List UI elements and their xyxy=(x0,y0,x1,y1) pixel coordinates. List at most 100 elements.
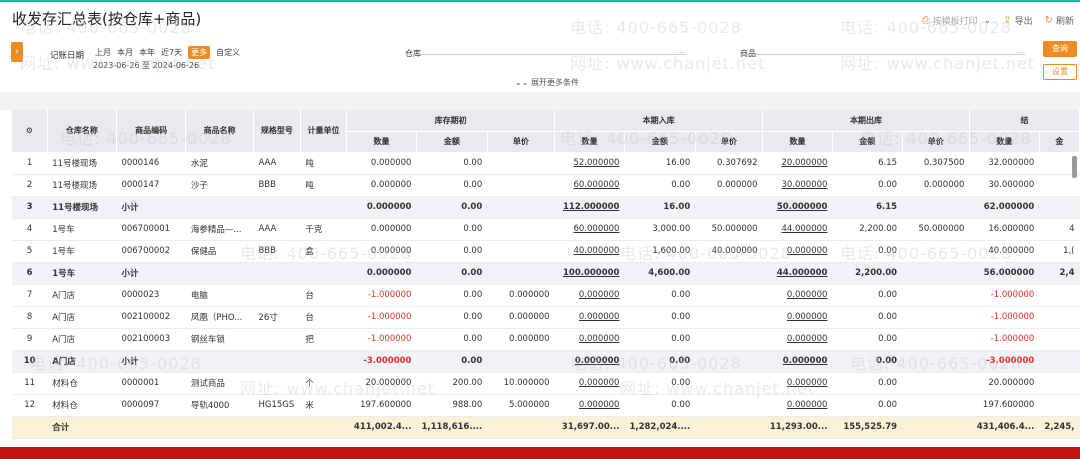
product-picker[interactable]: ... xyxy=(1016,46,1024,55)
header-row: ⚙ 仓库名称 商品编码 商品名称 规格型号 计量单位 库存期初 本期入库 本期出库结 xyxy=(12,110,1080,153)
print-template-button[interactable]: ⎙ 按模板打印 xyxy=(922,14,978,27)
table-cell: 0.000000 xyxy=(346,218,417,241)
query-button[interactable]: 查询 xyxy=(1043,41,1077,57)
column-header[interactable]: 金额 xyxy=(832,131,903,153)
settings-gear-icon[interactable]: ⚙ xyxy=(12,110,48,153)
table-cell: 0.000000 xyxy=(487,328,555,351)
table-cell: 0000097 xyxy=(116,394,186,417)
table-row[interactable]: 8 A门店 002100002 凤凰（PHO... 26寸台 -1.000000 0.00 0… xyxy=(12,306,1080,329)
column-header[interactable]: 仓库名称 xyxy=(47,110,117,153)
table-cell: -1.000000 xyxy=(969,284,1040,307)
table-cell: 0.307692 xyxy=(695,152,763,175)
table-row[interactable]: 9 A门店 002100003 钢丝车锁把 -1.000000 0.00 0.000000 0… xyxy=(12,328,1080,351)
table-row[interactable]: 7 A门店 0000023 电脑台 -1.000000 0.00 0.000000 0.000… xyxy=(12,284,1080,307)
table-cell: 0.00 xyxy=(832,240,903,263)
table-cell xyxy=(1039,196,1080,219)
drilldown-link[interactable]: 0.000000 xyxy=(762,328,833,351)
table-cell: 0.00 xyxy=(832,306,903,329)
table-cell: 水泥 xyxy=(185,152,254,175)
column-header[interactable]: 计量单位 xyxy=(300,110,348,153)
column-header[interactable]: 商品编码 xyxy=(116,110,187,153)
drilldown-link[interactable]: 0.000000 xyxy=(762,394,833,417)
period-option[interactable]: 更多 xyxy=(188,46,211,59)
row-index: 6 xyxy=(12,262,48,285)
expand-more-conditions[interactable]: ⌄⌄ 展开更多条件 xyxy=(515,77,579,88)
table-row[interactable]: 1 11号楼现场 0000146 水泥 AAA 吨 0.000000 0.00 52.00000… xyxy=(12,152,1080,175)
column-header[interactable]: 单价 xyxy=(902,131,970,153)
drilldown-link[interactable]: 100.000000 xyxy=(554,262,625,285)
table-cell: 006700002 xyxy=(116,240,186,263)
subtotal-row[interactable]: 10 A门店 小计 -3.000000 0.00 0.000000 0.00 0.000000… xyxy=(12,350,1080,373)
table-cell: 千克 xyxy=(300,218,347,241)
vertical-scrollbar[interactable] xyxy=(1072,156,1077,178)
drilldown-link[interactable]: 0.000000 xyxy=(554,394,625,417)
drilldown-link[interactable]: 0.000000 xyxy=(554,284,625,307)
drilldown-link[interactable]: 50.000000 xyxy=(762,196,833,219)
column-header[interactable]: 规格型号 xyxy=(253,110,301,153)
warehouse-input[interactable] xyxy=(405,54,685,55)
drilldown-link[interactable]: 0.000000 xyxy=(762,306,833,329)
table-cell xyxy=(300,350,347,373)
export-button[interactable]: ⇪ 导出 xyxy=(1003,14,1032,27)
drilldown-link[interactable]: 60.000000 xyxy=(554,174,625,197)
collapse-filter-toggle[interactable]: › xyxy=(11,42,23,62)
row-index: 11 xyxy=(12,372,48,395)
table-row[interactable]: 11 材料仓 0000001 测试商品个 20.000000 200.00 10.00000… xyxy=(12,372,1080,395)
table-cell: 0000146 xyxy=(116,152,186,175)
drilldown-link[interactable]: 0.000000 xyxy=(554,306,625,329)
drilldown-link[interactable]: 0.000000 xyxy=(762,350,833,373)
drilldown-link[interactable]: 112.000000 xyxy=(554,196,625,219)
drilldown-link[interactable]: 0.000000 xyxy=(554,372,625,395)
drilldown-link[interactable]: 44.000000 xyxy=(762,262,833,285)
table-row[interactable]: 2 11号楼现场 0000147 沙子 BBB 吨 0.000000 0.00 60.00000… xyxy=(12,174,1080,197)
drilldown-link[interactable]: 0.000000 xyxy=(554,350,625,373)
column-header[interactable]: 商品名称 xyxy=(185,110,254,153)
total-cell: 31,697.00... xyxy=(554,416,625,439)
drilldown-link[interactable]: 44.000000 xyxy=(762,218,833,241)
refresh-label: 刷新 xyxy=(1055,17,1074,27)
column-header[interactable]: 数量 xyxy=(346,131,417,153)
table-cell xyxy=(695,372,763,395)
row-index: 7 xyxy=(12,284,48,307)
period-option[interactable]: 本年 xyxy=(139,47,155,58)
table-row[interactable]: 5 1号车 006700002 保健品 BBB 盒 0.000000 0.00 40.00000… xyxy=(12,240,1080,263)
column-header[interactable]: 金额 xyxy=(624,131,696,153)
table-cell: 0.000000 xyxy=(346,174,417,197)
row-index xyxy=(12,416,48,439)
settings-button[interactable]: 设置 xyxy=(1043,64,1077,80)
column-header[interactable]: 单价 xyxy=(695,131,764,153)
column-header[interactable]: 数量 xyxy=(762,131,833,153)
drilldown-link[interactable]: 30.000000 xyxy=(762,174,833,197)
table-cell: 002100002 xyxy=(116,306,186,329)
drilldown-link[interactable]: 40.000000 xyxy=(554,240,625,263)
chevron-down-icon[interactable]: ⌄ xyxy=(984,16,992,26)
column-header[interactable]: 金 xyxy=(1039,131,1080,153)
column-header[interactable]: 单价 xyxy=(487,131,556,153)
column-header[interactable]: 金额 xyxy=(416,131,488,153)
table-row[interactable]: 12 材料仓 0000097 导轨4000 HG15GS 米 197.600000 988.0… xyxy=(12,394,1080,417)
total-cell xyxy=(116,416,186,439)
drilldown-link[interactable]: 52.000000 xyxy=(554,152,625,175)
drilldown-link[interactable]: 0.000000 xyxy=(762,372,833,395)
subtotal-row[interactable]: 3 11号楼现场 小计 0.000000 0.00 112.000000 16.00 50.0… xyxy=(12,196,1080,219)
drilldown-link[interactable]: 0.000000 xyxy=(762,284,833,307)
period-option[interactable]: 上月 xyxy=(95,47,111,58)
drilldown-link[interactable]: 0.000000 xyxy=(762,240,833,263)
drilldown-link[interactable]: 0.000000 xyxy=(554,328,625,351)
drilldown-link[interactable]: 20.000000 xyxy=(762,152,833,175)
total-cell: 1,282,024.... xyxy=(624,416,696,439)
drilldown-link[interactable]: 60.000000 xyxy=(554,218,625,241)
column-header[interactable]: 数量 xyxy=(554,131,625,153)
table-cell: BBB xyxy=(253,240,301,263)
period-option[interactable]: 自定义 xyxy=(216,47,240,58)
subtotal-row[interactable]: 6 1号车 小计 0.000000 0.00 100.000000 4,600.00 44.0… xyxy=(12,262,1080,285)
table-cell: AAA xyxy=(253,218,301,241)
refresh-button[interactable]: ↻ 刷新 xyxy=(1045,14,1074,27)
period-option[interactable]: 本月 xyxy=(117,47,133,58)
row-index: 2 xyxy=(12,174,48,197)
table-row[interactable]: 4 1号车 006700001 海参精品—... AAA 千克 0.000000 0.00 60… xyxy=(12,218,1080,241)
warehouse-picker[interactable]: ... xyxy=(677,46,685,55)
column-header[interactable]: 数量 xyxy=(969,131,1040,153)
period-option[interactable]: 近7天 xyxy=(161,47,182,58)
product-input[interactable] xyxy=(740,54,1025,55)
